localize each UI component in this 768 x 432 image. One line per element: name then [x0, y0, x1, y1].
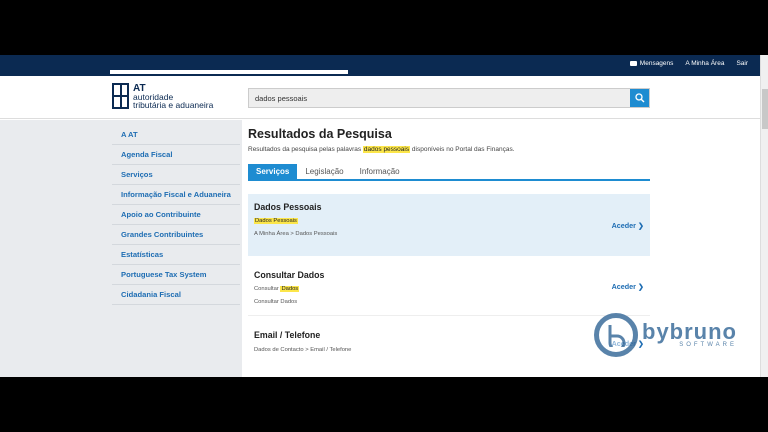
messages-link[interactable]: Mensagens — [629, 60, 673, 67]
result-path: Consultar Dados — [254, 299, 298, 305]
sidebar-item-apoio-contribuinte[interactable]: Apoio ao Contribuinte — [112, 205, 240, 225]
search-button[interactable] — [630, 89, 649, 107]
sidebar-item-servicos[interactable]: Serviços — [112, 165, 240, 185]
tab-legislacao[interactable]: Legislação — [297, 164, 351, 179]
result-snippet: Dados Pessoais — [254, 218, 298, 224]
tab-servicos[interactable]: Serviços — [248, 164, 298, 179]
sidebar-item-portuguese-tax-system[interactable]: Portuguese Tax System — [112, 265, 240, 285]
page-scrollbar[interactable] — [760, 55, 768, 377]
sidebar-item-informacao-fiscal[interactable]: Informação Fiscal e Aduaneira — [112, 185, 240, 205]
result-path: A Minha Área > Dados Pessoais — [254, 231, 338, 237]
logo-text: AT autoridade tributária e aduaneira — [133, 83, 214, 110]
bybruno-watermark: bybruno SOFTWARE — [594, 313, 737, 357]
aceder-link[interactable]: Aceder ❯ — [612, 282, 644, 291]
top-bar: Mensagens A Minha Área Sair — [0, 55, 760, 76]
sidebar-item-cidadania-fiscal[interactable]: Cidadania Fiscal — [112, 285, 240, 305]
aceder-link[interactable]: Aceder ❯ — [612, 221, 644, 230]
my-area-link[interactable]: A Minha Área — [685, 60, 724, 67]
at-logo[interactable]: AT autoridade tributária e aduaneira — [112, 83, 213, 109]
search-icon — [634, 93, 644, 103]
top-bar-strip — [110, 70, 348, 74]
results-description: Resultados da pesquisa pelas palavras da… — [248, 146, 515, 153]
result-title[interactable]: Email / Telefone — [254, 330, 644, 340]
result-snippet: Consultar Dados — [254, 286, 300, 292]
bybruno-logo-icon — [594, 313, 638, 357]
scrollbar-thumb[interactable] — [762, 89, 768, 129]
search-box — [248, 88, 650, 108]
results-tabs: Serviços Legislação Informação — [248, 164, 650, 181]
logo-line-3: tributária e aduaneira — [133, 99, 214, 110]
envelope-icon — [629, 61, 637, 66]
sidebar-item-grandes-contribuintes[interactable]: Grandes Contribuintes — [112, 225, 240, 245]
sidebar-item-estatisticas[interactable]: Estatísticas — [112, 245, 240, 265]
sidebar-item-a-at[interactable]: A AT — [112, 125, 240, 145]
result-title[interactable]: Consultar Dados — [254, 270, 644, 280]
result-item: Dados Pessoais Dados Pessoais A Minha Ár… — [248, 194, 650, 256]
watermark-text: bybruno — [642, 319, 737, 344]
search-results-main: Resultados da Pesquisa Resultados da pes… — [248, 120, 650, 377]
browser-viewport: Mensagens A Minha Área Sair AT autoridad… — [0, 55, 768, 377]
result-title[interactable]: Dados Pessoais — [254, 202, 644, 212]
page-title: Resultados da Pesquisa — [248, 127, 392, 141]
sidebar-item-agenda-fiscal[interactable]: Agenda Fiscal — [112, 145, 240, 165]
result-path: Dados de Contacto > Email / Telefone — [254, 347, 352, 353]
tab-informacao[interactable]: Informação — [352, 164, 408, 179]
result-item: Consultar Dados Consultar Dados Consulta… — [248, 262, 650, 316]
sidebar-nav: A AT Agenda Fiscal Serviços Informação F… — [112, 125, 240, 305]
site-header: AT autoridade tributária e aduaneira — [0, 76, 760, 119]
result-item: Email / Telefone Dados de Contacto > Ema… — [248, 322, 650, 372]
top-links: Mensagens A Minha Área Sair — [629, 60, 748, 67]
logout-link[interactable]: Sair — [736, 60, 748, 67]
query-highlight: dados pessoais — [362, 146, 411, 153]
search-input[interactable] — [249, 89, 630, 107]
at-logo-icon — [112, 83, 129, 109]
